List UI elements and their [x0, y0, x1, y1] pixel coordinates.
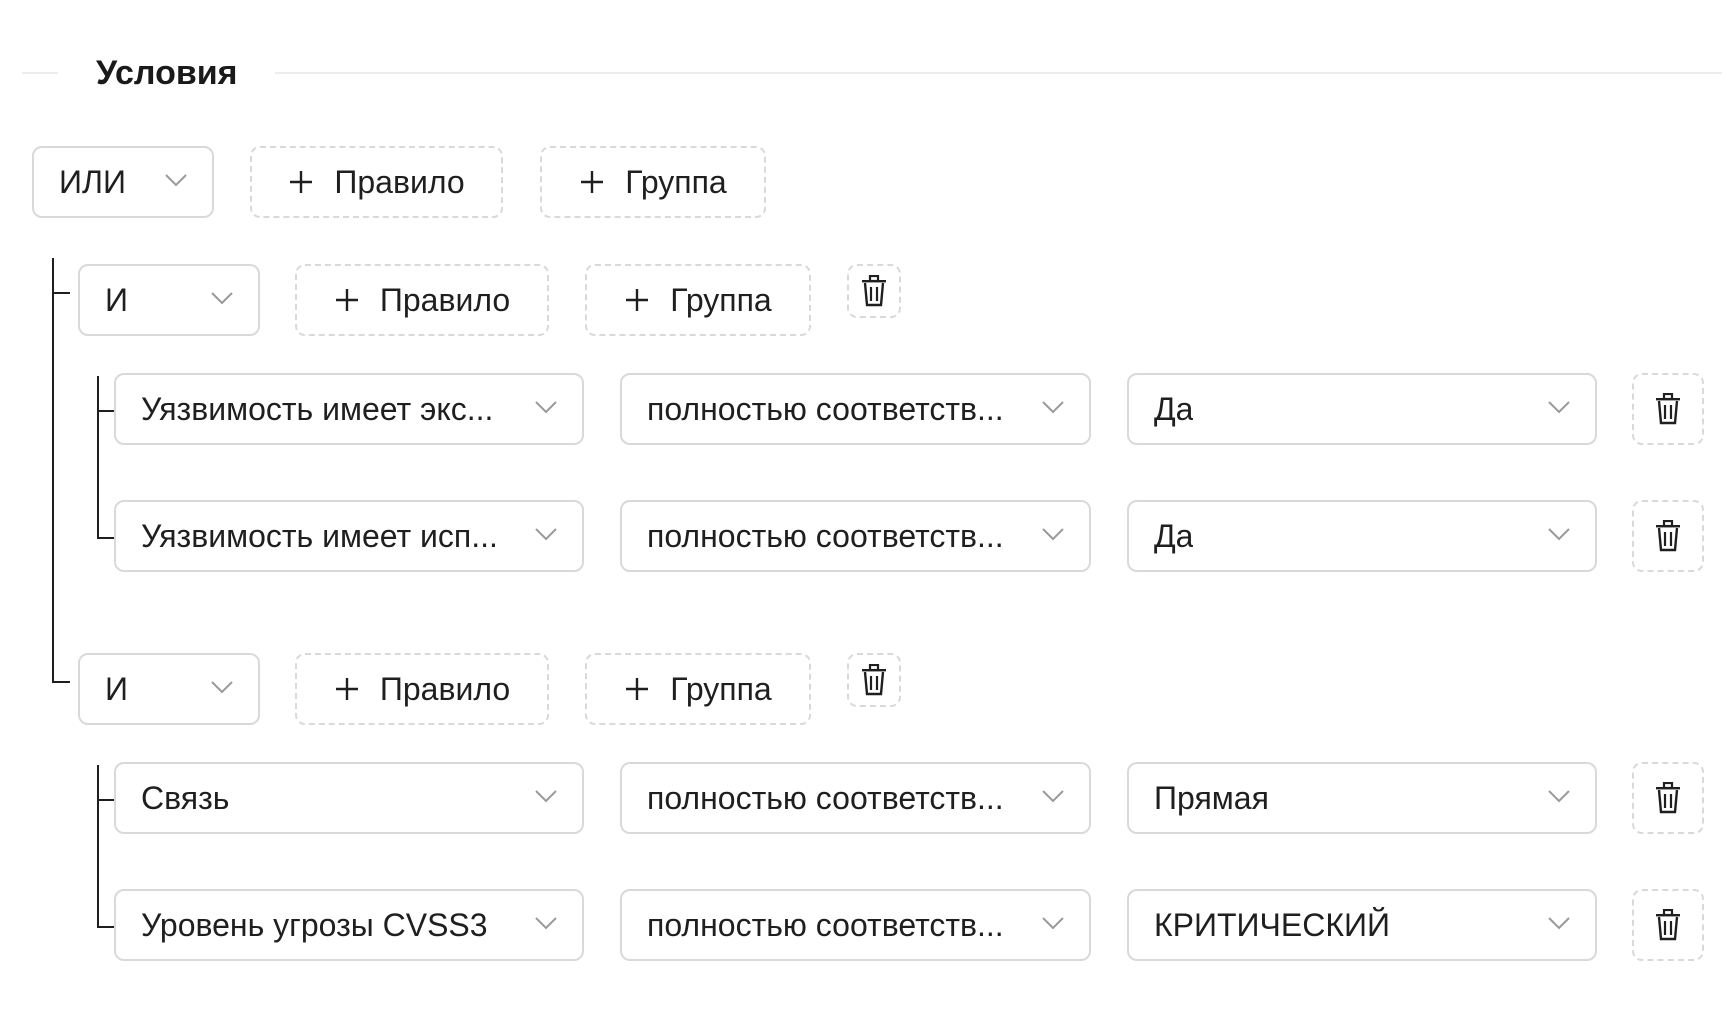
chevron-down-icon [1547, 400, 1571, 414]
rule-value-select[interactable]: КРИТИЧЕСКИЙ [1127, 889, 1597, 961]
group-combinator-select[interactable]: И [78, 264, 260, 336]
plus-icon [579, 169, 605, 195]
group-add-rule-label: Правило [379, 670, 511, 707]
conditions-builder: Условия ИЛИ Правило Группа И Правило Гру… [0, 0, 1734, 1010]
group-add-rule-button[interactable]: Правило [295, 264, 549, 336]
rule-operator-select[interactable]: полностью соответств... [620, 500, 1091, 572]
rule-field-select[interactable]: Уровень угрозы CVSS3 [114, 889, 584, 961]
tree-connector [97, 537, 115, 539]
tree-connector [97, 799, 115, 801]
rule-operator-value: полностью соответств... [647, 390, 1004, 427]
group-combinator-value: И [105, 670, 128, 707]
chevron-down-icon [1547, 527, 1571, 541]
group-add-group-button[interactable]: Группа [585, 653, 811, 725]
group-add-group-label: Группа [670, 281, 772, 318]
delete-group-button[interactable] [847, 653, 901, 707]
trash-icon [1655, 782, 1681, 814]
chevron-down-icon [534, 400, 558, 414]
rule-value-value: КРИТИЧЕСКИЙ [1154, 906, 1390, 943]
group-combinator-value: И [105, 281, 128, 318]
delete-rule-button[interactable] [1632, 762, 1704, 834]
rule-field-value: Уязвимость имеет исп... [141, 517, 498, 554]
rule-value-value: Да [1154, 517, 1194, 554]
group-add-group-label: Группа [670, 670, 772, 707]
rule-value-select[interactable]: Да [1127, 373, 1597, 445]
trash-icon [861, 275, 887, 307]
rule-value-value: Прямая [1154, 779, 1269, 816]
group-add-rule-label: Правило [379, 281, 511, 318]
group-add-rule-button[interactable]: Правило [295, 653, 549, 725]
trash-icon [1655, 393, 1681, 425]
rule-operator-value: полностью соответств... [647, 906, 1004, 943]
rule-field-select[interactable]: Уязвимость имеет исп... [114, 500, 584, 572]
rule-operator-value: полностью соответств... [647, 517, 1004, 554]
root-combinator-select[interactable]: ИЛИ [32, 146, 214, 218]
delete-rule-button[interactable] [1632, 373, 1704, 445]
rule-field-value: Уровень угрозы CVSS3 [141, 906, 488, 943]
chevron-down-icon [534, 916, 558, 930]
rule-field-value: Уязвимость имеет экс... [141, 390, 494, 427]
tree-connector [97, 410, 115, 412]
rule-field-select[interactable]: Связь [114, 762, 584, 834]
chevron-down-icon [1041, 400, 1065, 414]
trash-icon [1655, 520, 1681, 552]
root-add-group-button[interactable]: Группа [540, 146, 766, 218]
chevron-down-icon [1041, 916, 1065, 930]
tree-connector [97, 765, 99, 927]
section-title: Условия [58, 48, 276, 98]
tree-connector [52, 681, 70, 683]
rule-field-select[interactable]: Уязвимость имеет экс... [114, 373, 584, 445]
plus-icon [288, 169, 314, 195]
plus-icon [624, 676, 650, 702]
rule-operator-value: полностью соответств... [647, 779, 1004, 816]
section-divider [22, 72, 1722, 74]
tree-connector [97, 926, 115, 928]
plus-icon [624, 287, 650, 313]
rule-value-value: Да [1154, 390, 1194, 427]
root-add-rule-button[interactable]: Правило [250, 146, 503, 218]
rule-operator-select[interactable]: полностью соответств... [620, 762, 1091, 834]
rule-operator-select[interactable]: полностью соответств... [620, 889, 1091, 961]
delete-group-button[interactable] [847, 264, 901, 318]
rule-value-select[interactable]: Да [1127, 500, 1597, 572]
chevron-down-icon [534, 789, 558, 803]
trash-icon [1655, 909, 1681, 941]
rule-operator-select[interactable]: полностью соответств... [620, 373, 1091, 445]
root-add-group-label: Группа [625, 163, 727, 200]
tree-connector [97, 376, 99, 538]
plus-icon [334, 676, 360, 702]
chevron-down-icon [210, 680, 234, 694]
chevron-down-icon [1547, 916, 1571, 930]
chevron-down-icon [210, 291, 234, 305]
chevron-down-icon [1041, 527, 1065, 541]
root-combinator-value: ИЛИ [59, 163, 126, 200]
group-combinator-select[interactable]: И [78, 653, 260, 725]
chevron-down-icon [1547, 789, 1571, 803]
chevron-down-icon [534, 527, 558, 541]
chevron-down-icon [1041, 789, 1065, 803]
tree-connector [52, 292, 70, 294]
delete-rule-button[interactable] [1632, 500, 1704, 572]
plus-icon [334, 287, 360, 313]
chevron-down-icon [164, 173, 188, 187]
root-add-rule-label: Правило [334, 163, 465, 200]
delete-rule-button[interactable] [1632, 889, 1704, 961]
tree-connector [52, 258, 54, 682]
rule-value-select[interactable]: Прямая [1127, 762, 1597, 834]
trash-icon [861, 664, 887, 696]
group-add-group-button[interactable]: Группа [585, 264, 811, 336]
rule-field-value: Связь [141, 779, 230, 816]
